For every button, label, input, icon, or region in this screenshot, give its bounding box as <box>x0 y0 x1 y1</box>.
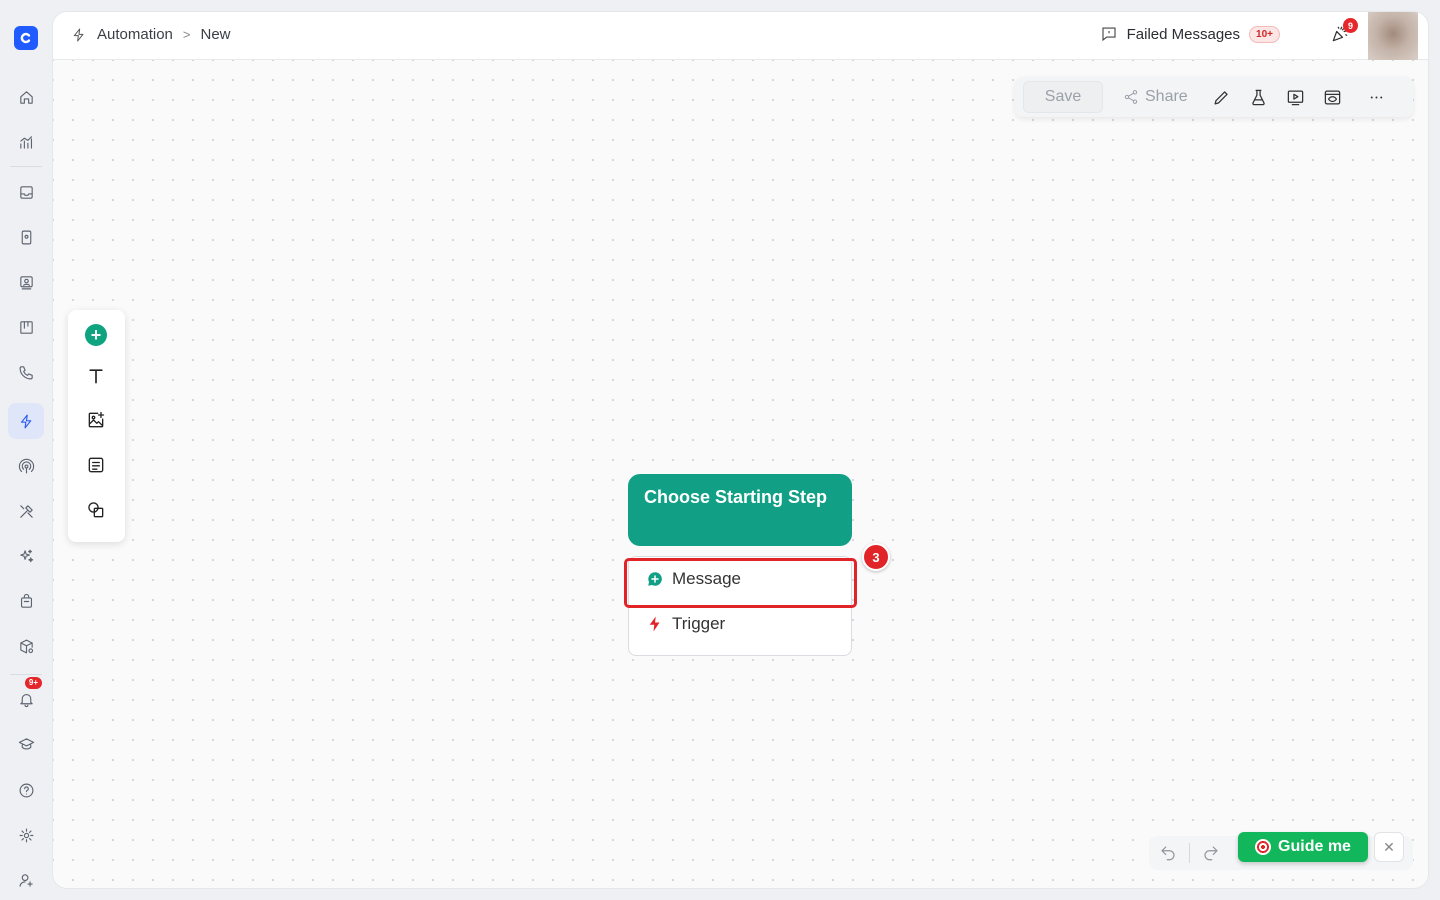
add-step-button[interactable]: + <box>85 324 107 346</box>
sidebar-item-broadcast[interactable] <box>8 448 44 484</box>
notification-badge: 9+ <box>24 677 42 689</box>
sidebar-item-automation[interactable] <box>8 403 44 439</box>
breadcrumb: Automation > New <box>71 26 231 43</box>
chevron-right-icon: > <box>182 27 191 42</box>
preview-button[interactable] <box>1286 87 1306 107</box>
announcements-button[interactable]: 9 <box>1330 18 1358 48</box>
guide-me-button[interactable]: Guide me <box>1238 832 1368 862</box>
eye-window-icon <box>1324 90 1341 104</box>
edit-button[interactable] <box>1212 87 1232 107</box>
tools-icon <box>19 504 33 518</box>
sidebar-item-home[interactable] <box>8 79 44 115</box>
note-icon <box>88 457 104 473</box>
save-button[interactable]: Save <box>1023 81 1103 113</box>
share-label: Share <box>1145 88 1188 105</box>
main-panel: Automation > New Failed Messages 10+ 9 S… <box>53 12 1428 888</box>
sidebar-item-help[interactable] <box>8 772 44 808</box>
image-plus-icon <box>88 411 105 428</box>
play-screen-icon <box>1287 90 1304 105</box>
failed-count-badge: 10+ <box>1249 25 1280 43</box>
sidebar-item-account[interactable] <box>8 862 44 898</box>
graduation-cap-icon <box>18 737 34 749</box>
sidebar-divider <box>10 166 42 167</box>
test-button[interactable] <box>1249 87 1269 107</box>
failed-messages-label: Failed Messages <box>1126 25 1241 43</box>
add-text-button[interactable] <box>85 365 107 387</box>
logo-icon <box>20 32 31 44</box>
user-board-icon <box>19 275 33 289</box>
bell-icon <box>19 693 33 707</box>
add-shape-button[interactable] <box>85 499 107 521</box>
text-icon <box>89 369 103 384</box>
sidebar-item-contacts[interactable] <box>8 219 44 255</box>
option-trigger[interactable]: Trigger <box>629 602 851 646</box>
starting-step-title: Choose Starting Step <box>628 474 852 546</box>
sidebar-item-tools[interactable] <box>8 493 44 529</box>
package-gear-icon <box>19 639 33 653</box>
avatar[interactable] <box>1368 12 1418 60</box>
option-highlight <box>624 558 857 608</box>
help-icon <box>19 783 33 797</box>
sidebar-item-ai[interactable] <box>8 538 44 574</box>
sidebar-item-inbox[interactable] <box>8 174 44 210</box>
sidebar-item-commerce[interactable] <box>8 583 44 619</box>
left-sidebar: 9+ <box>0 0 52 900</box>
home-icon <box>19 90 33 104</box>
view-button[interactable] <box>1323 87 1343 107</box>
gear-icon <box>19 828 33 842</box>
contact-card-icon <box>21 230 31 244</box>
top-bar: Automation > New Failed Messages 10+ 9 <box>53 12 1428 60</box>
lightning-icon <box>73 28 84 41</box>
canvas-tools-palette: + <box>68 310 125 542</box>
sidebar-item-settings[interactable] <box>8 817 44 853</box>
message-alert-icon <box>1102 27 1116 42</box>
shapes-icon <box>88 502 104 518</box>
user-settings-icon <box>19 873 33 887</box>
target-icon <box>1255 839 1272 855</box>
chart-icon <box>19 135 32 149</box>
more-options-button[interactable] <box>1367 87 1387 107</box>
sidebar-item-calls[interactable] <box>8 354 44 390</box>
share-icon <box>1124 90 1138 104</box>
inbox-icon <box>19 185 33 199</box>
flow-toolbar: Save Share <box>1015 77 1413 117</box>
option-label: Trigger <box>672 614 726 633</box>
step-number-badge: 3 <box>862 543 890 571</box>
flask-icon <box>1252 89 1265 105</box>
pencil-icon <box>1214 90 1228 104</box>
add-note-button[interactable] <box>85 454 107 476</box>
sidebar-item-academy[interactable] <box>8 726 44 762</box>
lightning-icon <box>649 616 660 632</box>
plus-icon: + <box>85 324 107 346</box>
breadcrumb-current: New <box>200 26 231 43</box>
announcement-badge: 9 <box>1343 18 1358 33</box>
broadcast-icon <box>18 458 34 473</box>
add-image-button[interactable] <box>85 409 107 431</box>
redo-icon[interactable] <box>1202 844 1220 862</box>
sidebar-item-analytics[interactable] <box>8 124 44 160</box>
app-logo[interactable] <box>14 26 38 50</box>
divider <box>1189 843 1190 863</box>
sidebar-item-integrations[interactable] <box>8 628 44 664</box>
phone-icon <box>19 365 33 379</box>
lightning-icon <box>20 414 31 428</box>
sparkles-icon <box>19 549 33 562</box>
sidebar-item-customers[interactable] <box>8 264 44 300</box>
guide-me-label: Guide me <box>1278 838 1351 855</box>
sidebar-item-notifications[interactable]: 9+ <box>8 677 44 717</box>
close-guide-button[interactable]: ✕ <box>1374 832 1404 862</box>
shopping-bag-icon <box>20 593 32 608</box>
share-button[interactable]: Share <box>1123 88 1188 106</box>
sidebar-divider <box>10 674 42 675</box>
failed-messages-button[interactable]: Failed Messages 10+ <box>1100 25 1280 43</box>
sidebar-item-board[interactable] <box>8 309 44 345</box>
more-horizontal-icon <box>1370 96 1383 98</box>
flow-canvas[interactable]: Save Share + Choose Starting Step Messag… <box>53 60 1428 888</box>
kanban-icon <box>19 320 33 334</box>
breadcrumb-automation[interactable]: Automation <box>97 26 173 43</box>
undo-icon[interactable] <box>1159 844 1177 862</box>
